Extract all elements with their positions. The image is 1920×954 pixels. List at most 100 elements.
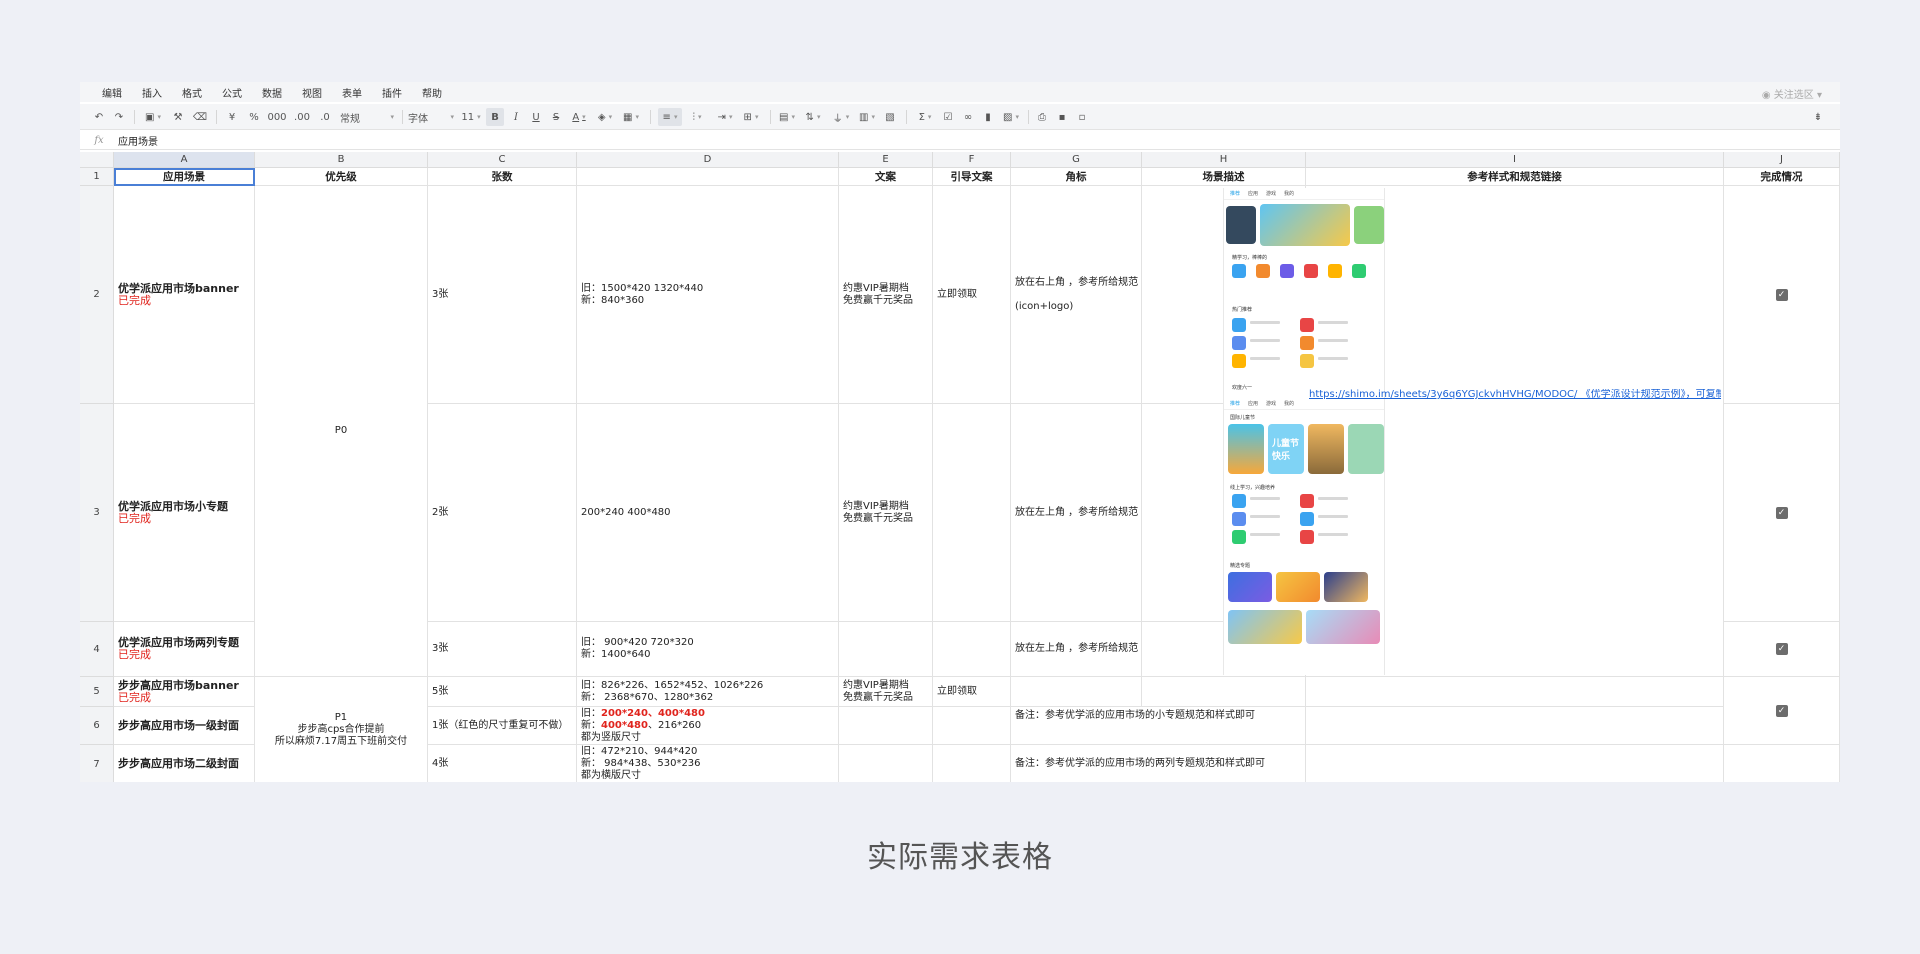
- cell-a1[interactable]: 应用场景: [114, 168, 255, 186]
- cell-i6[interactable]: [1306, 707, 1724, 745]
- vertical-align-icon[interactable]: ⫶ ▾: [686, 108, 708, 126]
- cell-f7[interactable]: [933, 745, 1011, 782]
- decimal-increase-button[interactable]: .00: [292, 108, 312, 126]
- column-header[interactable]: G: [1011, 152, 1142, 168]
- row-header[interactable]: 2: [80, 186, 114, 404]
- number-format-select[interactable]: 常规 ▾: [340, 108, 394, 126]
- cell-j7[interactable]: [1724, 745, 1840, 782]
- menu-insert[interactable]: 插入: [142, 85, 162, 100]
- border-icon[interactable]: ▦ ▾: [620, 108, 642, 126]
- menu-format[interactable]: 格式: [182, 85, 202, 100]
- thousands-button[interactable]: 000: [266, 108, 288, 126]
- cell-i1[interactable]: 参考样式和规范链接: [1306, 168, 1724, 186]
- menu-plugin[interactable]: 插件: [382, 85, 402, 100]
- checkbox-checked-icon[interactable]: ✓: [1775, 643, 1788, 655]
- cell-g4[interactable]: 放在左上角 ，参考所给规范: [1011, 622, 1142, 677]
- cell-f3[interactable]: [933, 404, 1011, 622]
- conditional-format-icon[interactable]: ▧: [882, 108, 898, 126]
- cell-d5[interactable]: 旧：826*226、1652*452、1026*226 新： 2368*670、1…: [577, 677, 839, 707]
- row-header[interactable]: 6: [80, 707, 114, 745]
- redo-icon[interactable]: ↷: [112, 108, 126, 126]
- link-icon[interactable]: ∞: [960, 108, 976, 126]
- cell-e1[interactable]: 文案: [839, 168, 933, 186]
- cell-f1[interactable]: 引导文案: [933, 168, 1011, 186]
- spec-link[interactable]: https://shimo.im/sheets/3y6q6YGJckvhHVHG…: [1309, 389, 1721, 401]
- cell-d3[interactable]: 200*240 400*480: [577, 404, 839, 622]
- cell-f2[interactable]: 立即领取: [933, 186, 1011, 404]
- cell-d1[interactable]: [577, 168, 839, 186]
- text-wrap-icon[interactable]: ⇥ ▾: [714, 108, 736, 126]
- cell-e6[interactable]: [839, 707, 933, 745]
- menu-data[interactable]: 数据: [262, 85, 282, 100]
- cell-g6[interactable]: 备注：参考优学派的应用市场的小专题规范和样式即可: [1011, 707, 1306, 745]
- undo-icon[interactable]: ↶: [92, 108, 106, 126]
- cell-d6[interactable]: 旧：200*240、400*480 新：400*480、216*260 都为竖版…: [577, 707, 839, 745]
- cell-e7[interactable]: [839, 745, 933, 782]
- freeze-icon[interactable]: ▥ ▾: [856, 108, 878, 126]
- column-header[interactable]: C: [428, 152, 577, 168]
- cell-h5[interactable]: [1142, 677, 1306, 707]
- row-header[interactable]: 5: [80, 677, 114, 707]
- cell-b-priority-p1[interactable]: P1 步步高cps合作提前 所以麻烦7.17周五下班前交付: [255, 677, 428, 782]
- sum-button[interactable]: Σ ▾: [914, 108, 936, 126]
- cell-c3[interactable]: 2张: [428, 404, 577, 622]
- cell-g7[interactable]: 备注：参考优学派的应用市场的两列专题规范和样式即可: [1011, 745, 1306, 782]
- font-size-select[interactable]: 11 ▾: [458, 108, 484, 126]
- underline-button[interactable]: U: [528, 108, 544, 126]
- menu-form[interactable]: 表单: [342, 85, 362, 100]
- bold-button[interactable]: B: [486, 108, 504, 126]
- validation-icon[interactable]: ☑: [940, 108, 956, 126]
- follow-selection-button[interactable]: ◉ 关注选区 ▾: [1762, 86, 1822, 101]
- paste-icon[interactable]: ▣ ▾: [142, 108, 164, 126]
- cell-e4[interactable]: [839, 622, 933, 677]
- cell-c6[interactable]: 1张（红色的尺寸重复可不做）: [428, 707, 577, 745]
- column-header[interactable]: J: [1724, 152, 1840, 168]
- select-all-corner[interactable]: [80, 152, 114, 168]
- cell-g2[interactable]: 放在右上角 ，参考所给规范 (icon+logo): [1011, 186, 1142, 404]
- italic-button[interactable]: I: [508, 108, 524, 126]
- cell-a4[interactable]: 优学派应用市场两列专题 已完成: [114, 622, 255, 677]
- insert-table-icon[interactable]: ▤ ▾: [776, 108, 798, 126]
- print-icon[interactable]: ⎙: [1034, 108, 1050, 126]
- cell-b-priority-p0[interactable]: P0: [255, 186, 428, 677]
- cell-c1[interactable]: 张数: [428, 168, 577, 186]
- menu-formula[interactable]: 公式: [222, 85, 242, 100]
- cell-e3[interactable]: 约惠VIP暑期档 免费赢千元奖品: [839, 404, 933, 622]
- decimal-decrease-button[interactable]: .0: [316, 108, 334, 126]
- cell-a5[interactable]: 步步高应用市场banner 已完成: [114, 677, 255, 707]
- column-header[interactable]: D: [577, 152, 839, 168]
- cell-c5[interactable]: 5张: [428, 677, 577, 707]
- cell-g3[interactable]: 放在左上角 ，参考所给规范: [1011, 404, 1142, 622]
- cell-a3[interactable]: 优学派应用市场小专题 已完成: [114, 404, 255, 622]
- cell-e5[interactable]: 约惠VIP暑期档 免费赢千元奖品: [839, 677, 933, 707]
- comment-icon[interactable]: ▫: [1074, 108, 1090, 126]
- row-header[interactable]: 3: [80, 404, 114, 622]
- row-header[interactable]: 7: [80, 745, 114, 782]
- cell-d2[interactable]: 旧：1500*420 1320*440 新：840*360: [577, 186, 839, 404]
- formula-input[interactable]: 应用场景: [118, 133, 158, 148]
- chart-icon[interactable]: ▮: [980, 108, 996, 126]
- cell-a2[interactable]: 优学派应用市场banner 已完成: [114, 186, 255, 404]
- merge-cells-icon[interactable]: ⊞ ▾: [740, 108, 762, 126]
- save-icon[interactable]: ▪: [1054, 108, 1070, 126]
- format-painter-icon[interactable]: ⚒: [170, 108, 186, 126]
- cell-j4[interactable]: ✓: [1724, 622, 1840, 677]
- cell-a6[interactable]: 步步高应用市场一级封面: [114, 707, 255, 745]
- align-center-icon[interactable]: ≡ ▾: [658, 108, 682, 126]
- cell-c4[interactable]: 3张: [428, 622, 577, 677]
- font-color-button[interactable]: A ▾: [568, 108, 590, 126]
- filter-icon[interactable]: ⏚ ▾: [830, 108, 852, 126]
- column-header[interactable]: F: [933, 152, 1011, 168]
- cell-d7[interactable]: 旧：472*210、944*420 新： 984*438、530*236 都为横版尺…: [577, 745, 839, 782]
- cell-f5[interactable]: 立即领取: [933, 677, 1011, 707]
- fill-color-icon[interactable]: ◈ ▾: [594, 108, 616, 126]
- cell-i5[interactable]: [1306, 677, 1724, 707]
- cell-c2[interactable]: 3张: [428, 186, 577, 404]
- cell-c7[interactable]: 4张: [428, 745, 577, 782]
- checkbox-checked-icon[interactable]: ✓: [1775, 506, 1788, 519]
- column-header[interactable]: I: [1306, 152, 1724, 168]
- cell-h1[interactable]: 场景描述: [1142, 168, 1306, 186]
- cell-f6[interactable]: [933, 707, 1011, 745]
- cell-j5-6[interactable]: ✓: [1724, 677, 1840, 745]
- column-header[interactable]: A: [114, 152, 255, 168]
